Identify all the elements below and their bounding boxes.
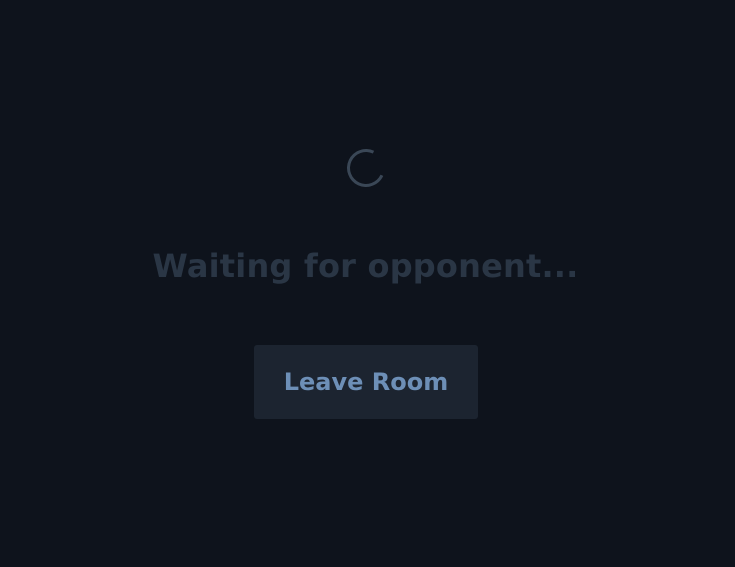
waiting-screen: Waiting for opponent... Leave Room <box>0 0 735 567</box>
loading-spinner-icon <box>341 143 391 193</box>
waiting-status-text: Waiting for opponent... <box>152 247 579 285</box>
leave-room-button[interactable]: Leave Room <box>254 345 478 419</box>
